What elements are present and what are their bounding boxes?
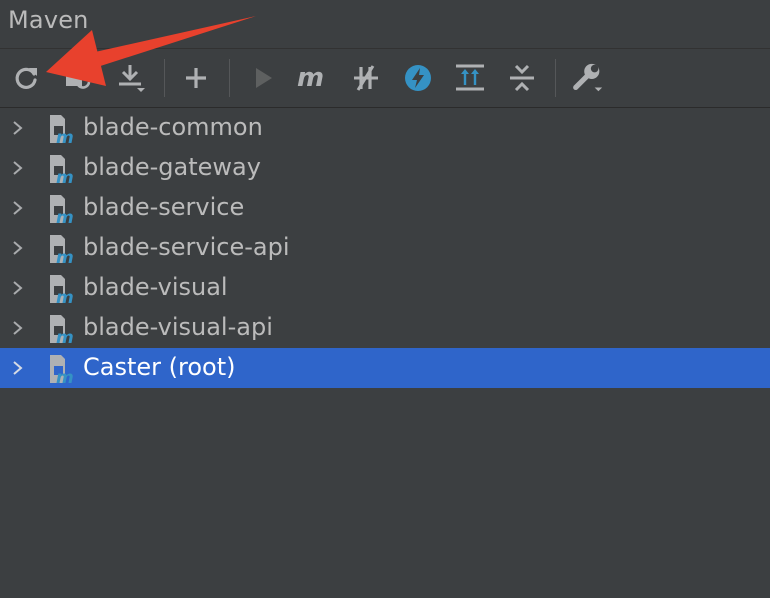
chevron-right-icon[interactable]: [10, 279, 26, 297]
tree-item-blade-visual-api[interactable]: m blade-visual-api: [0, 308, 770, 348]
offline-mode-button[interactable]: [401, 61, 435, 95]
settings-icon: [573, 63, 603, 92]
svg-text:m: m: [56, 128, 74, 144]
chevron-right-icon[interactable]: [10, 319, 26, 337]
maven-module-icon: m: [50, 235, 74, 264]
tree-item-caster-root[interactable]: m Caster (root): [0, 348, 770, 388]
toggle-skip-tests-icon: [354, 65, 378, 91]
maven-module-icon: m: [50, 115, 74, 144]
tree-item-blade-common[interactable]: m blade-common: [0, 108, 770, 148]
run-icon: [256, 68, 272, 88]
tool-window-header: Maven: [0, 0, 770, 49]
tree-item-label: blade-visual-api: [83, 313, 273, 341]
download-icon: [119, 65, 145, 92]
tool-window-title: Maven: [8, 6, 89, 34]
svg-text:m: m: [56, 288, 74, 304]
reload-icon: [15, 67, 37, 89]
toolbar-separator: [229, 59, 230, 97]
tree-item-label: blade-visual: [83, 273, 228, 301]
offline-mode-icon: [405, 65, 431, 91]
add-project-button[interactable]: [179, 61, 213, 95]
chevron-right-icon[interactable]: [10, 359, 26, 377]
toolbar-separator: [164, 59, 165, 97]
maven-module-icon: m: [50, 315, 74, 344]
tree-item-label: blade-service: [83, 193, 245, 221]
tree-item-label: blade-service-api: [83, 233, 290, 261]
chevron-right-icon[interactable]: [10, 119, 26, 137]
toolbar-separator: [555, 59, 556, 97]
tree-item-blade-visual[interactable]: m blade-visual: [0, 268, 770, 308]
svg-text:m: m: [56, 168, 74, 184]
generate-sources-button[interactable]: [62, 61, 96, 95]
tree-item-label: blade-common: [83, 113, 263, 141]
maven-module-icon: m: [50, 195, 74, 224]
collapse-all-button[interactable]: [505, 61, 539, 95]
svg-text:m: m: [56, 248, 74, 264]
maven-module-icon: m: [50, 155, 74, 184]
execute-maven-goal-button[interactable]: m: [296, 61, 330, 95]
settings-button[interactable]: [571, 61, 605, 95]
chevron-right-icon[interactable]: [10, 199, 26, 217]
reload-button[interactable]: [9, 61, 43, 95]
run-button[interactable]: [246, 61, 280, 95]
toggle-skip-tests-button[interactable]: [349, 61, 383, 95]
svg-text:m: m: [297, 63, 324, 93]
svg-text:m: m: [56, 208, 74, 224]
maven-toolbar: m: [0, 49, 770, 108]
tree-item-blade-service-api[interactable]: m blade-service-api: [0, 228, 770, 268]
collapse-all-icon: [510, 64, 534, 92]
tree-item-label: blade-gateway: [83, 153, 261, 181]
tree-item-blade-gateway[interactable]: m blade-gateway: [0, 148, 770, 188]
maven-module-icon: m: [50, 355, 74, 384]
tree-item-blade-service[interactable]: m blade-service: [0, 188, 770, 228]
generate-sources-icon: [66, 70, 91, 89]
download-sources-button[interactable]: [114, 61, 148, 95]
maven-module-icon: m: [50, 275, 74, 304]
tree-item-label: Caster (root): [83, 353, 236, 381]
chevron-right-icon[interactable]: [10, 239, 26, 257]
show-dependencies-button[interactable]: [453, 61, 487, 95]
chevron-right-icon[interactable]: [10, 159, 26, 177]
show-dependencies-icon: [456, 64, 484, 91]
svg-text:m: m: [56, 368, 74, 384]
maven-goal-icon: m: [297, 63, 324, 93]
add-icon: [186, 68, 206, 88]
svg-text:m: m: [56, 328, 74, 344]
